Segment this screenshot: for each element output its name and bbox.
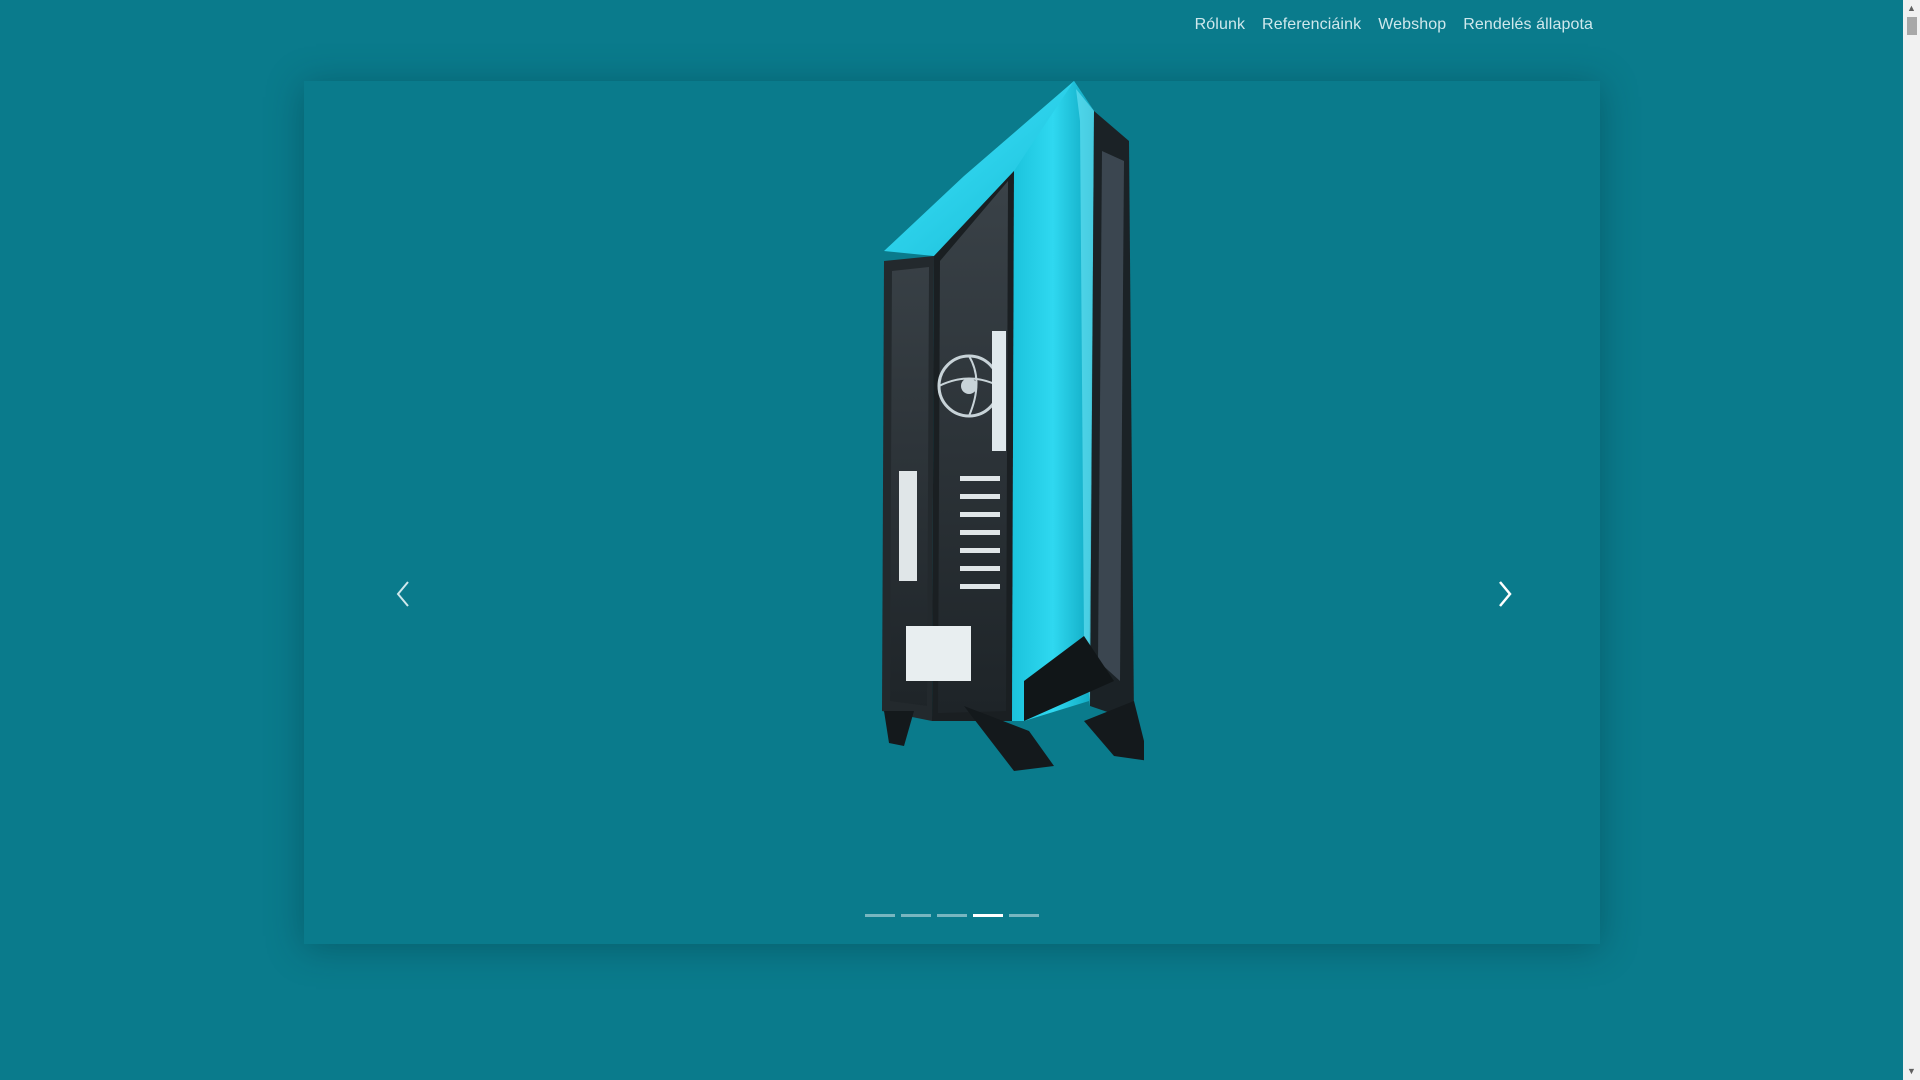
carousel-indicator[interactable]: [865, 914, 895, 917]
nav-link-rolunk[interactable]: Rólunk: [1195, 16, 1245, 34]
nav-link-rendeles-allapota[interactable]: Rendelés állapota: [1463, 16, 1593, 34]
image-carousel: [304, 81, 1600, 944]
chevron-left-icon: [396, 581, 409, 607]
pc-case-image: [882, 81, 1144, 771]
carousel-next-button[interactable]: [1490, 574, 1520, 614]
carousel-prev-button[interactable]: [388, 574, 418, 614]
chevron-right-icon: [1499, 581, 1512, 607]
scroll-thumb[interactable]: [1907, 17, 1917, 35]
carousel-indicators: [865, 914, 1039, 917]
page: Rólunk Referenciáink Webshop Rendelés ál…: [0, 0, 1903, 1080]
carousel-indicator[interactable]: [973, 914, 1003, 917]
nav-link-webshop[interactable]: Webshop: [1378, 16, 1446, 34]
vertical-scrollbar[interactable]: ▲ ▼: [1903, 0, 1920, 1080]
scroll-down-arrow-icon[interactable]: ▼: [1903, 1063, 1920, 1080]
carousel-indicator[interactable]: [937, 914, 967, 917]
carousel-indicator[interactable]: [1009, 914, 1039, 917]
scroll-up-arrow-icon[interactable]: ▲: [1903, 0, 1920, 17]
carousel-indicator[interactable]: [901, 914, 931, 917]
top-nav: Rólunk Referenciáink Webshop Rendelés ál…: [1195, 16, 1593, 34]
nav-link-referenciaink[interactable]: Referenciáink: [1262, 16, 1361, 34]
